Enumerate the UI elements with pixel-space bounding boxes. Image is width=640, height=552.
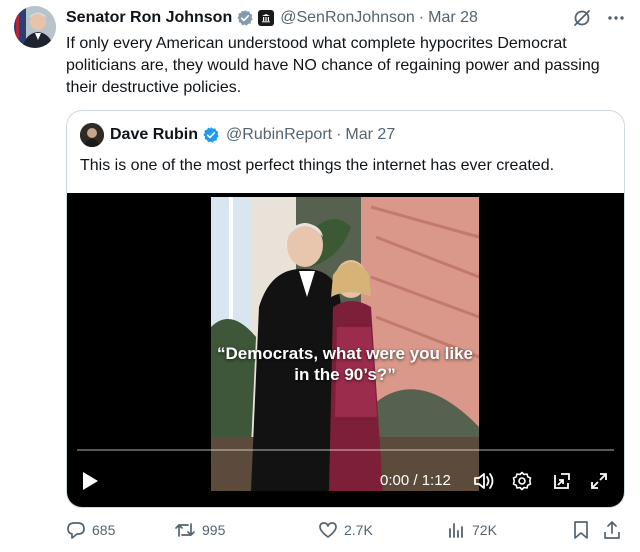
repost-icon xyxy=(175,523,195,537)
views-count: 72K xyxy=(472,522,497,538)
government-affiliation-icon[interactable] xyxy=(258,10,275,26)
reply-count: 685 xyxy=(92,522,116,538)
like-icon xyxy=(319,522,337,538)
settings-icon[interactable] xyxy=(512,471,532,496)
bookmark-icon xyxy=(574,521,588,539)
quoted-author-handle[interactable]: @RubinReport xyxy=(226,126,332,144)
separator-dot: · xyxy=(418,9,425,26)
reply-icon xyxy=(67,522,85,539)
tweet-actions: 685 995 2.7K 72K xyxy=(66,518,626,542)
tweet-date[interactable]: Mar 28 xyxy=(428,9,478,27)
reply-button[interactable]: 685 xyxy=(66,520,115,540)
views-button[interactable]: 72K xyxy=(446,520,497,540)
repost-count: 995 xyxy=(202,522,226,538)
fullscreen-icon[interactable] xyxy=(589,471,609,496)
quoted-author-avatar[interactable] xyxy=(80,123,104,147)
separator-dot: · xyxy=(336,126,342,143)
share-icon xyxy=(604,521,620,539)
grok-icon[interactable] xyxy=(572,8,592,33)
share-button[interactable] xyxy=(602,520,622,540)
more-icon[interactable] xyxy=(606,8,626,33)
video-progress-bar[interactable] xyxy=(77,449,614,451)
video-caption: “Democrats, what were you like in the 90… xyxy=(216,344,474,384)
like-button[interactable]: 2.7K xyxy=(318,520,373,540)
video-time: 0:00 / 1:12 xyxy=(380,472,451,489)
quoted-tweet-date[interactable]: Mar 27 xyxy=(345,126,395,144)
video-player[interactable]: “Democrats, what were you like in the 90… xyxy=(67,193,624,507)
like-count: 2.7K xyxy=(344,522,373,538)
play-icon[interactable] xyxy=(81,471,99,496)
bookmark-button[interactable] xyxy=(572,520,590,540)
quoted-tweet-header: Dave Rubin @RubinReport · Mar 27 xyxy=(80,123,395,147)
tweet-top-actions xyxy=(572,8,626,33)
repost-button[interactable]: 995 xyxy=(174,520,225,540)
quoted-tweet-text: This is one of the most perfect things t… xyxy=(80,157,555,174)
volume-icon[interactable] xyxy=(473,471,495,496)
views-icon xyxy=(449,523,463,538)
quoted-tweet[interactable]: Dave Rubin @RubinReport · Mar 27 This is… xyxy=(66,110,625,508)
verified-badge-icon[interactable] xyxy=(236,9,254,27)
tweet-text: If only every American understood what c… xyxy=(66,35,600,96)
quoted-author-name[interactable]: Dave Rubin xyxy=(110,126,198,144)
verified-badge-icon[interactable] xyxy=(202,126,220,144)
video-controls: 0:00 / 1:12 xyxy=(67,465,624,497)
author-name[interactable]: Senator Ron Johnson xyxy=(66,9,232,27)
author-handle[interactable]: @SenRonJohnson xyxy=(280,9,415,27)
author-avatar[interactable] xyxy=(14,6,56,48)
tweet-header: Senator Ron Johnson @SenRonJohnson · Mar… xyxy=(66,8,478,28)
picture-in-picture-icon[interactable] xyxy=(552,471,572,496)
